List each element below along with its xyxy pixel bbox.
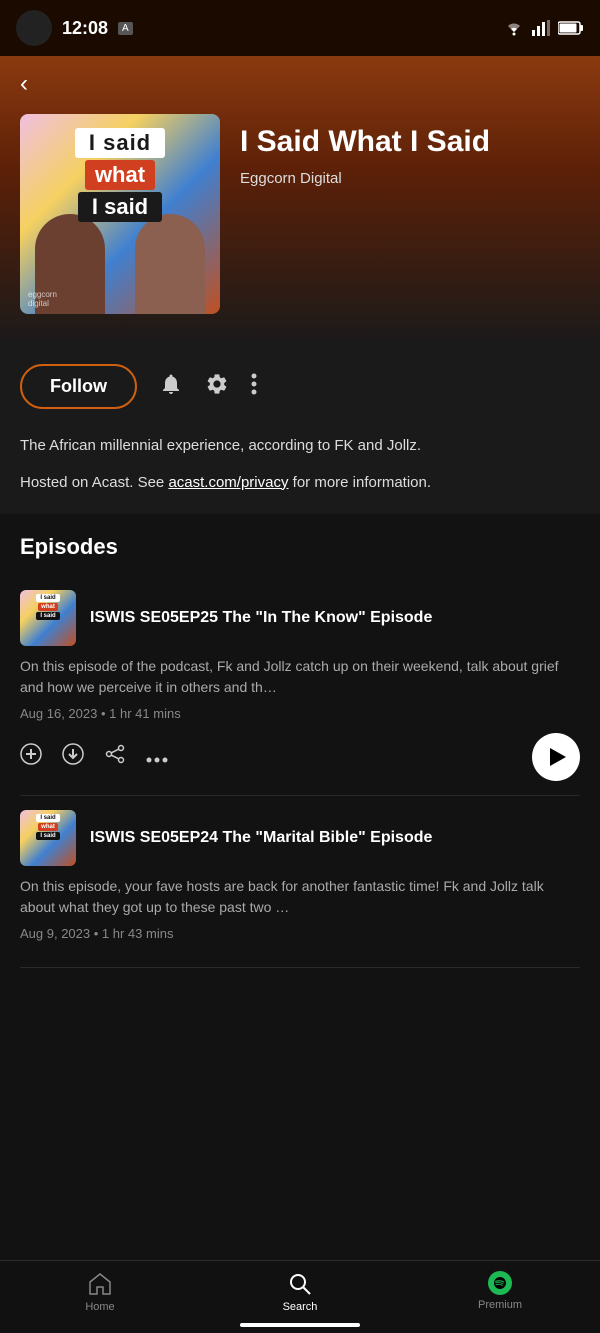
actions-row: Follow bbox=[0, 344, 600, 419]
cover-figure-right bbox=[135, 214, 205, 314]
episode-sep: • bbox=[94, 926, 102, 941]
episode-top: I said what I said ISWIS SE05EP24 The "M… bbox=[20, 810, 580, 866]
episode-actions bbox=[20, 733, 580, 781]
episodes-title: Episodes bbox=[20, 534, 580, 560]
more-horiz-icon bbox=[146, 757, 168, 763]
home-icon bbox=[87, 1271, 113, 1297]
status-time: 12:08 bbox=[62, 18, 108, 39]
acast-link[interactable]: acast.com/privacy bbox=[168, 474, 288, 491]
share-icon bbox=[104, 743, 126, 765]
spotify-logo bbox=[493, 1276, 507, 1290]
cover-text-line2: what bbox=[85, 160, 155, 190]
episode-item: I said what I said ISWIS SE05EP25 The "I… bbox=[20, 576, 580, 796]
follow-button[interactable]: Follow bbox=[20, 364, 137, 409]
nav-item-home[interactable]: Home bbox=[60, 1271, 140, 1313]
podcast-header: ‹ I said what I said eggcorndigital I Sa… bbox=[0, 56, 600, 344]
cover-title-block: I said what I said bbox=[75, 128, 165, 222]
add-episode-button[interactable] bbox=[20, 743, 42, 771]
podcast-title: I Said What I Said bbox=[240, 124, 580, 160]
settings-button[interactable] bbox=[205, 372, 229, 402]
podcast-cover: I said what I said eggcorndigital bbox=[20, 114, 220, 314]
podcast-meta: I Said What I Said Eggcorn Digital bbox=[240, 114, 580, 187]
episode-title: ISWIS SE05EP25 The "In The Know" Episode bbox=[90, 608, 580, 629]
battery-icon bbox=[558, 21, 584, 35]
episode-description: On this episode, your fave hosts are bac… bbox=[20, 876, 580, 918]
download-episode-button[interactable] bbox=[62, 743, 84, 771]
add-icon bbox=[20, 743, 42, 765]
episode-thumb: I said what I said bbox=[20, 810, 76, 866]
more-episode-button[interactable] bbox=[146, 746, 168, 769]
episode-date: Aug 9, 2023 bbox=[20, 926, 90, 941]
cover-watermark: eggcorndigital bbox=[28, 290, 57, 308]
hosted-prefix: Hosted on Acast. See bbox=[20, 474, 168, 491]
notifications-button[interactable] bbox=[159, 372, 183, 402]
home-indicator bbox=[240, 1323, 360, 1327]
nav-label-search: Search bbox=[283, 1301, 318, 1313]
more-icon bbox=[251, 372, 257, 396]
podcast-creator: Eggcorn Digital bbox=[240, 170, 580, 187]
nav-label-premium: Premium bbox=[478, 1299, 522, 1311]
episode-description: On this episode of the podcast, Fk and J… bbox=[20, 656, 580, 698]
episode-top: I said what I said ISWIS SE05EP25 The "I… bbox=[20, 590, 580, 646]
description-hosted: Hosted on Acast. See acast.com/privacy f… bbox=[20, 472, 580, 495]
episodes-section: Episodes I said what I said ISWIS SE05EP… bbox=[0, 514, 600, 1068]
back-button[interactable]: ‹ bbox=[20, 70, 28, 98]
episode-sep: • bbox=[101, 706, 109, 721]
description-section: The African millennial experience, accor… bbox=[0, 419, 600, 514]
cover-text-line1: I said bbox=[75, 128, 165, 158]
nav-label-home: Home bbox=[85, 1301, 114, 1313]
episode-action-left bbox=[20, 743, 168, 771]
episode-date: Aug 16, 2023 bbox=[20, 706, 97, 721]
spotify-icon bbox=[488, 1271, 512, 1295]
search-nav-icon bbox=[287, 1271, 313, 1297]
status-left: 12:08 A bbox=[16, 10, 133, 46]
status-bar: 12:08 A bbox=[0, 0, 600, 56]
more-options-button[interactable] bbox=[251, 372, 257, 402]
episode-title: ISWIS SE05EP24 The "Marital Bible" Episo… bbox=[90, 828, 580, 849]
episode-duration: 1 hr 41 mins bbox=[109, 706, 181, 721]
episode-duration: 1 hr 43 mins bbox=[102, 926, 174, 941]
episode-meta: Aug 16, 2023 • 1 hr 41 mins bbox=[20, 706, 580, 721]
play-icon bbox=[550, 748, 566, 766]
cover-text-line3: I said bbox=[78, 192, 162, 222]
episode-thumb: I said what I said bbox=[20, 590, 76, 646]
download-icon bbox=[62, 743, 84, 765]
signal-icon bbox=[532, 20, 550, 36]
gear-icon bbox=[205, 372, 229, 396]
status-icons bbox=[504, 20, 584, 36]
podcast-info: I said what I said eggcorndigital I Said… bbox=[20, 114, 580, 314]
play-episode-button[interactable] bbox=[532, 733, 580, 781]
description-text: The African millennial experience, accor… bbox=[20, 435, 580, 458]
episode-meta: Aug 9, 2023 • 1 hr 43 mins bbox=[20, 926, 580, 941]
status-avatar bbox=[16, 10, 52, 46]
nav-item-premium[interactable]: Premium bbox=[460, 1271, 540, 1313]
bell-icon bbox=[159, 372, 183, 396]
hosted-suffix: for more information. bbox=[288, 474, 431, 491]
status-indicator: A bbox=[118, 22, 133, 35]
episode-item: I said what I said ISWIS SE05EP24 The "M… bbox=[20, 796, 580, 968]
share-episode-button[interactable] bbox=[104, 743, 126, 771]
nav-item-search[interactable]: Search bbox=[260, 1271, 340, 1313]
wifi-icon bbox=[504, 20, 524, 36]
